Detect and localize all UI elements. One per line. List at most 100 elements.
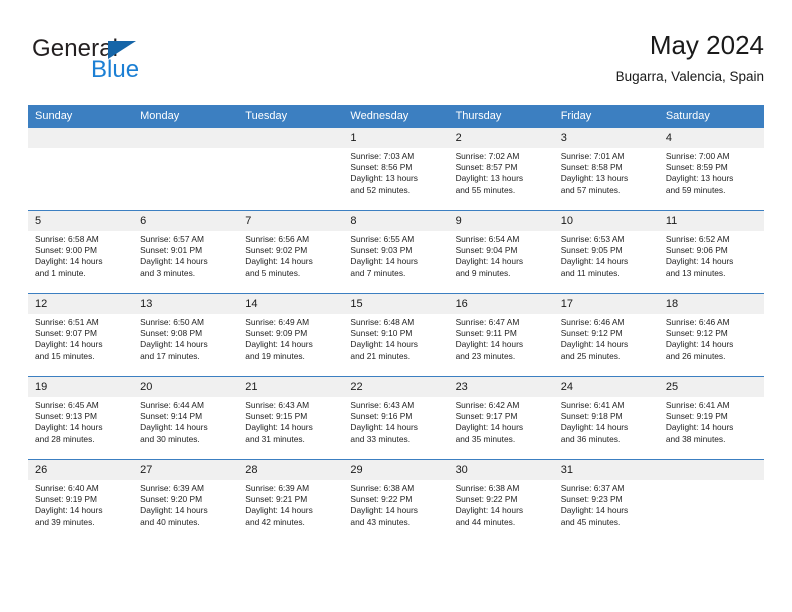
sunrise-time: Sunrise: 6:38 AM xyxy=(350,483,415,493)
daylight-duration-line2: and 9 minutes. xyxy=(455,267,511,278)
daylight-duration-line1: Daylight: 14 hours xyxy=(245,339,313,350)
day-sun-info: Sunrise: 6:58 AM Sunset: 9:00 PM Daylight:… xyxy=(28,231,133,279)
daylight-duration-line2: and 59 minutes. xyxy=(665,184,726,195)
calendar-day-cell[interactable]: 26 Sunrise: 6:40 AM Sunset: 9:19 PM Dayligh… xyxy=(28,459,134,542)
calendar-day-cell[interactable]: 1 Sunrise: 7:03 AM Sunset: 8:56 PM Daylight… xyxy=(343,128,449,211)
calendar-day-cell[interactable]: 5 Sunrise: 6:58 AM Sunset: 9:00 PM Daylight… xyxy=(28,210,134,294)
day-number: 9 xyxy=(448,211,554,231)
day-number: 4 xyxy=(658,128,764,148)
calendar-day-cell[interactable]: 18 Sunrise: 6:46 AM Sunset: 9:12 PM Dayligh… xyxy=(658,293,764,377)
sunset-time: Sunset: 8:57 PM xyxy=(455,162,518,173)
calendar-day-cell-empty xyxy=(133,128,239,211)
day-number: 27 xyxy=(133,460,239,480)
daylight-duration-line2: and 42 minutes. xyxy=(245,516,305,527)
sunrise-time: Sunrise: 6:48 AM xyxy=(350,317,415,327)
calendar-day-cell[interactable]: 28 Sunrise: 6:39 AM Sunset: 9:21 PM Dayligh… xyxy=(238,459,344,542)
sunset-time: Sunset: 9:07 PM xyxy=(35,328,97,339)
daylight-duration-line1: Daylight: 14 hours xyxy=(455,339,524,350)
daylight-duration-line2: and 3 minutes. xyxy=(140,267,196,278)
sunset-time: Sunset: 9:22 PM xyxy=(350,494,413,505)
sunset-time: Sunset: 8:58 PM xyxy=(560,162,623,173)
sunrise-time: Sunrise: 6:47 AM xyxy=(455,317,520,327)
day-cell-inner: 11 Sunrise: 6:52 AM Sunset: 9:06 PM Dayligh… xyxy=(658,211,764,293)
calendar-day-cell[interactable]: 8 Sunrise: 6:55 AM Sunset: 9:03 PM Daylight… xyxy=(343,210,449,294)
calendar-day-cell[interactable]: 14 Sunrise: 6:49 AM Sunset: 9:09 PM Dayligh… xyxy=(238,293,344,377)
calendar-day-cell[interactable]: 27 Sunrise: 6:39 AM Sunset: 9:20 PM Dayligh… xyxy=(133,459,239,542)
page-subtitle-location: Bugarra, Valencia, Spain xyxy=(615,69,764,84)
day-cell-inner: 22 Sunrise: 6:43 AM Sunset: 9:16 PM Dayligh… xyxy=(343,377,449,459)
day-sun-info: Sunrise: 6:45 AM Sunset: 9:13 PM Daylight:… xyxy=(28,397,133,445)
sunset-time: Sunset: 9:12 PM xyxy=(665,328,728,339)
day-number: 20 xyxy=(133,377,239,397)
day-cell-inner: 24 Sunrise: 6:41 AM Sunset: 9:18 PM Dayligh… xyxy=(553,377,659,459)
calendar-day-cell[interactable]: 16 Sunrise: 6:47 AM Sunset: 9:11 PM Dayligh… xyxy=(448,293,554,377)
calendar-day-cell[interactable]: 12 Sunrise: 6:51 AM Sunset: 9:07 PM Dayligh… xyxy=(28,293,134,377)
calendar-day-cell[interactable]: 21 Sunrise: 6:43 AM Sunset: 9:15 PM Dayligh… xyxy=(238,376,344,460)
logo-text-blue: Blue xyxy=(91,56,140,83)
calendar-day-cell[interactable]: 30 Sunrise: 6:38 AM Sunset: 9:22 PM Dayligh… xyxy=(448,459,554,542)
day-cell-inner: 26 Sunrise: 6:40 AM Sunset: 9:19 PM Dayligh… xyxy=(28,460,134,542)
calendar-day-cell[interactable]: 15 Sunrise: 6:48 AM Sunset: 9:10 PM Dayligh… xyxy=(343,293,449,377)
calendar-day-cell[interactable]: 31 Sunrise: 6:37 AM Sunset: 9:23 PM Dayligh… xyxy=(553,459,659,542)
calendar-week-row: 1 Sunrise: 7:03 AM Sunset: 8:56 PM Daylight… xyxy=(28,128,764,211)
general-blue-logo[interactable]: General Blue xyxy=(32,36,252,90)
page-header: General Blue May 2024 Bugarra, Valencia,… xyxy=(28,28,764,96)
day-number: 15 xyxy=(343,294,449,314)
daylight-duration-line1: Daylight: 14 hours xyxy=(140,256,208,267)
calendar-day-cell[interactable]: 6 Sunrise: 6:57 AM Sunset: 9:01 PM Daylight… xyxy=(133,210,239,294)
day-cell-inner: 15 Sunrise: 6:48 AM Sunset: 9:10 PM Dayligh… xyxy=(343,294,449,376)
sunset-time: Sunset: 9:04 PM xyxy=(455,245,518,256)
title-block: May 2024 Bugarra, Valencia, Spain xyxy=(616,28,764,88)
daylight-duration-line1: Daylight: 14 hours xyxy=(245,256,313,267)
daylight-duration-line2: and 19 minutes. xyxy=(245,350,305,361)
sunset-time: Sunset: 9:02 PM xyxy=(245,245,308,256)
day-number: 29 xyxy=(343,460,449,480)
calendar-day-cell[interactable]: 20 Sunrise: 6:44 AM Sunset: 9:14 PM Dayligh… xyxy=(133,376,239,460)
calendar-day-cell[interactable]: 17 Sunrise: 6:46 AM Sunset: 9:12 PM Dayligh… xyxy=(553,293,659,377)
calendar-day-cell[interactable]: 25 Sunrise: 6:41 AM Sunset: 9:19 PM Dayligh… xyxy=(658,376,764,460)
calendar-day-cell[interactable]: 11 Sunrise: 6:52 AM Sunset: 9:06 PM Dayligh… xyxy=(658,210,764,294)
day-sun-info: Sunrise: 6:38 AM Sunset: 9:22 PM Daylight:… xyxy=(343,480,448,528)
calendar-day-cell[interactable]: 29 Sunrise: 6:38 AM Sunset: 9:22 PM Dayligh… xyxy=(343,459,449,542)
day-sun-info: Sunrise: 6:46 AM Sunset: 9:12 PM Daylight:… xyxy=(554,314,659,362)
sunset-time: Sunset: 9:15 PM xyxy=(245,411,308,422)
sunrise-time: Sunrise: 6:42 AM xyxy=(455,400,520,410)
calendar-day-cell[interactable]: 4 Sunrise: 7:00 AM Sunset: 8:59 PM Daylight… xyxy=(658,128,764,211)
calendar-day-cell[interactable]: 23 Sunrise: 6:42 AM Sunset: 9:17 PM Dayligh… xyxy=(448,376,554,460)
calendar-day-cell[interactable]: 13 Sunrise: 6:50 AM Sunset: 9:08 PM Dayligh… xyxy=(133,293,239,377)
calendar-day-cell[interactable]: 19 Sunrise: 6:45 AM Sunset: 9:13 PM Dayligh… xyxy=(28,376,134,460)
day-number: 6 xyxy=(133,211,239,231)
day-sun-info: Sunrise: 6:39 AM Sunset: 9:20 PM Daylight:… xyxy=(133,480,238,528)
day-number: 16 xyxy=(448,294,554,314)
day-cell-inner: 19 Sunrise: 6:45 AM Sunset: 9:13 PM Dayligh… xyxy=(28,377,134,459)
calendar-day-cell[interactable]: 22 Sunrise: 6:43 AM Sunset: 9:16 PM Dayligh… xyxy=(343,376,449,460)
day-cell-inner: 28 Sunrise: 6:39 AM Sunset: 9:21 PM Dayligh… xyxy=(238,460,344,542)
daylight-duration-line2: and 30 minutes. xyxy=(140,433,200,444)
daylight-duration-line1: Daylight: 14 hours xyxy=(665,422,734,433)
day-sun-info: Sunrise: 6:39 AM Sunset: 9:21 PM Daylight:… xyxy=(238,480,343,528)
sunrise-time: Sunrise: 6:37 AM xyxy=(560,483,625,493)
daylight-duration-line2: and 55 minutes. xyxy=(455,184,516,195)
daylight-duration-line2: and 28 minutes. xyxy=(35,433,95,444)
day-number: 30 xyxy=(448,460,554,480)
day-sun-info: Sunrise: 6:46 AM Sunset: 9:12 PM Daylight:… xyxy=(659,314,764,362)
calendar-header-row: Sunday Monday Tuesday Wednesday Thursday… xyxy=(28,105,764,128)
calendar-day-cell[interactable]: 24 Sunrise: 6:41 AM Sunset: 9:18 PM Dayligh… xyxy=(553,376,659,460)
calendar-day-cell[interactable]: 7 Sunrise: 6:56 AM Sunset: 9:02 PM Daylight… xyxy=(238,210,344,294)
daylight-duration-line2: and 15 minutes. xyxy=(35,350,95,361)
calendar-day-cell[interactable]: 3 Sunrise: 7:01 AM Sunset: 8:58 PM Daylight… xyxy=(553,128,659,211)
day-number: 1 xyxy=(343,128,449,148)
sunrise-time: Sunrise: 6:50 AM xyxy=(140,317,204,327)
day-cell-inner: 13 Sunrise: 6:50 AM Sunset: 9:08 PM Dayligh… xyxy=(133,294,239,376)
weekday-header-thursday: Thursday xyxy=(448,105,554,128)
daylight-duration-line1: Daylight: 13 hours xyxy=(665,173,734,184)
day-number xyxy=(133,128,239,148)
calendar-day-cell[interactable]: 9 Sunrise: 6:54 AM Sunset: 9:04 PM Daylight… xyxy=(448,210,554,294)
calendar-day-cell[interactable]: 10 Sunrise: 6:53 AM Sunset: 9:05 PM Dayligh… xyxy=(553,210,659,294)
sunrise-time: Sunrise: 7:01 AM xyxy=(560,151,625,161)
daylight-duration-line2: and 40 minutes. xyxy=(140,516,200,527)
day-cell-inner: 17 Sunrise: 6:46 AM Sunset: 9:12 PM Dayligh… xyxy=(553,294,659,376)
daylight-duration-line1: Daylight: 14 hours xyxy=(455,256,524,267)
calendar-day-cell[interactable]: 2 Sunrise: 7:02 AM Sunset: 8:57 PM Daylight… xyxy=(448,128,554,211)
day-sun-info: Sunrise: 6:44 AM Sunset: 9:14 PM Daylight:… xyxy=(133,397,238,445)
